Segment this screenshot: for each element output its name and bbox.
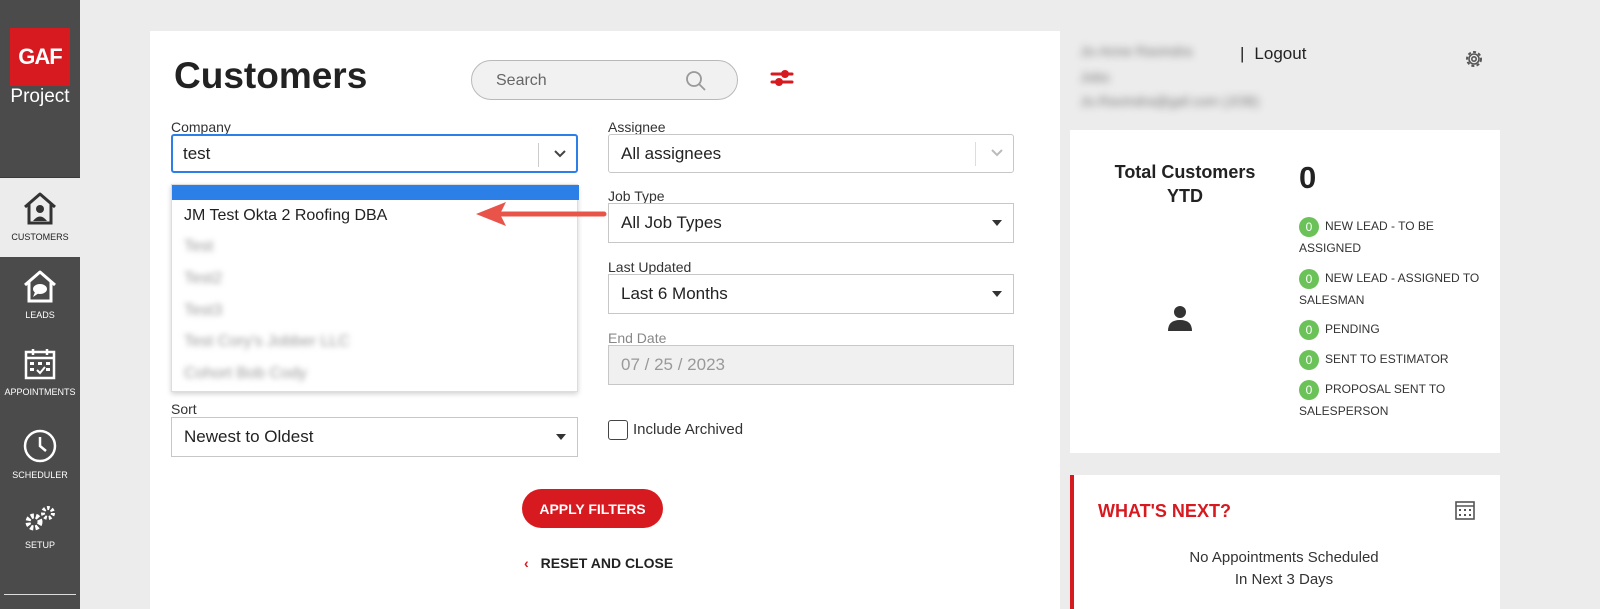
chevron-down-icon[interactable] — [989, 147, 1005, 159]
assignee-label: Assignee — [608, 119, 666, 135]
dropdown-option[interactable]: Test — [184, 238, 213, 256]
filters-panel: Customers Company test Assignee All assi… — [150, 31, 1060, 609]
user-role: Jobs — [1080, 69, 1110, 85]
divider-pipe: | — [1240, 44, 1245, 63]
end-date-value: 07 / 25 / 2023 — [621, 355, 725, 374]
assignee-select[interactable]: All assignees — [608, 134, 1014, 173]
include-archived-checkbox[interactable] — [608, 420, 628, 440]
end-date-label: End Date — [608, 330, 667, 346]
stats-total: 0 — [1299, 160, 1317, 195]
count-badge: 0 — [1299, 349, 1319, 370]
page-title: Customers — [174, 55, 368, 96]
nav-item-leads[interactable]: LEADS — [0, 268, 80, 332]
stat-proposal-sent-to-salesperson[interactable]: 0 PROPOSAL SENT TO SALESPERSON — [1299, 378, 1489, 422]
dropdown-option[interactable]: Test Cory's Jobber LLC — [184, 333, 350, 351]
stat-label: SENT TO ESTIMATOR — [1325, 352, 1449, 366]
job-type-value[interactable]: All Job Types — [621, 213, 722, 233]
last-updated-label: Last Updated — [608, 259, 692, 275]
job-type-select[interactable]: All Job Types — [608, 203, 1014, 243]
sort-select[interactable]: Newest to Oldest — [171, 417, 578, 457]
appointments-icon — [24, 349, 56, 380]
include-archived-label[interactable]: Include Archived — [633, 421, 743, 438]
count-badge: 0 — [1299, 379, 1319, 400]
last-updated-select[interactable]: Last 6 Months — [608, 274, 1014, 314]
search-input[interactable] — [496, 70, 686, 92]
apply-filters-button[interactable]: APPLY FILTERS — [522, 489, 663, 528]
stat-pending[interactable]: 0 PENDING — [1299, 318, 1489, 340]
user-info: Jo-Anne Ravindra Jobs Jo.Ravindra@gaf.co… — [1080, 43, 1259, 109]
nav-label: CUSTOMERS — [11, 232, 69, 242]
last-updated-value[interactable]: Last 6 Months — [621, 284, 728, 304]
company-value[interactable]: test — [183, 144, 210, 164]
sort-label: Sort — [171, 401, 197, 417]
stat-new-lead-assigned-to-salesman[interactable]: 0 NEW LEAD - ASSIGNED TO SALESMAN — [1299, 267, 1489, 311]
nav-item-customers[interactable]: CUSTOMERS — [0, 178, 80, 257]
select-separator — [538, 143, 539, 167]
calendar-icon[interactable] — [1454, 499, 1476, 521]
select-separator — [975, 142, 976, 166]
gaf-logo[interactable]: GAF — [10, 28, 70, 86]
logout-link[interactable]: | Logout — [1240, 44, 1306, 64]
job-type-label: Job Type — [608, 188, 665, 204]
filter-toggle-icon[interactable] — [769, 67, 795, 89]
customer-stats-card: Total Customers YTD 0 0 NEW LEAD - TO BE … — [1070, 130, 1500, 453]
assignee-value[interactable]: All assignees — [621, 144, 721, 164]
reset-label[interactable]: RESET AND CLOSE — [541, 555, 674, 571]
user-email: Jo.Ravindra@gaf.com (JOB) — [1080, 93, 1260, 109]
caret-down-icon[interactable] — [555, 433, 567, 441]
dropdown-option[interactable]: JM Test Okta 2 Roofing DBA — [184, 207, 387, 225]
stats-title: Total Customers YTD — [1114, 162, 1256, 206]
stat-label: NEW LEAD - TO BE ASSIGNED — [1299, 219, 1434, 255]
caret-down-icon[interactable] — [991, 219, 1003, 227]
whats-next-title: WHAT'S NEXT? — [1098, 501, 1231, 521]
company-select[interactable]: test — [171, 134, 578, 173]
search-box[interactable] — [471, 60, 738, 100]
stat-sent-to-estimator[interactable]: 0 SENT TO ESTIMATOR — [1299, 348, 1489, 370]
nav-label: LEADS — [25, 310, 55, 320]
clock-icon — [23, 429, 57, 463]
leads-icon — [24, 270, 56, 303]
search-icon[interactable] — [685, 70, 707, 92]
stat-new-lead-to-be-assigned[interactable]: 0 NEW LEAD - TO BE ASSIGNED — [1299, 215, 1489, 259]
stat-label: NEW LEAD - ASSIGNED TO SALESMAN — [1299, 271, 1480, 307]
count-badge: 0 — [1299, 268, 1319, 289]
nav-label: SETUP — [24, 540, 55, 550]
logout-label[interactable]: Logout — [1254, 44, 1306, 63]
reset-and-close-link[interactable]: ‹ RESET AND CLOSE — [524, 555, 673, 571]
annotation-arrow-icon — [476, 202, 607, 226]
caret-down-icon[interactable] — [991, 290, 1003, 298]
sidebar-divider — [4, 594, 76, 595]
gears-icon — [25, 506, 55, 531]
company-label: Company — [171, 119, 231, 135]
count-badge: 0 — [1299, 216, 1319, 237]
whats-next-card: WHAT'S NEXT? No Appointments Scheduled I… — [1070, 475, 1500, 609]
sidebar: GAF Project CUSTOMERS LEADS APPOINTMENTS… — [0, 0, 80, 609]
dropdown-option[interactable]: Test3 — [184, 302, 222, 320]
stat-label: PENDING — [1325, 322, 1380, 336]
sort-value[interactable]: Newest to Oldest — [184, 427, 313, 447]
chevron-left-icon: ‹ — [524, 555, 529, 571]
nav-item-setup[interactable]: SETUP — [0, 504, 80, 556]
whats-next-message: No Appointments Scheduled In Next 3 Days — [1189, 549, 1379, 588]
stat-label: PROPOSAL SENT TO SALESPERSON — [1299, 382, 1446, 418]
dropdown-highlight[interactable] — [172, 185, 579, 200]
customers-icon — [24, 192, 56, 225]
logo-subtitle: Project — [10, 86, 70, 107]
nav-label: APPOINTMENTS — [4, 387, 76, 397]
nav-label: SCHEDULER — [12, 470, 68, 480]
chevron-down-icon[interactable] — [552, 148, 568, 160]
gear-icon[interactable] — [1463, 48, 1485, 70]
end-date-input[interactable]: 07 / 25 / 2023 — [608, 345, 1014, 385]
logo-area: GAF Project — [0, 0, 80, 178]
nav-item-appointments[interactable]: APPOINTMENTS — [0, 347, 80, 407]
nav-item-scheduler[interactable]: SCHEDULER — [0, 428, 80, 488]
user-name: Jo-Anne Ravindra — [1080, 43, 1193, 59]
count-badge: 0 — [1299, 319, 1319, 340]
dropdown-option[interactable]: Cohort Bob Cody — [184, 365, 307, 383]
dropdown-option[interactable]: Test2 — [184, 270, 222, 288]
person-icon — [1168, 306, 1192, 331]
